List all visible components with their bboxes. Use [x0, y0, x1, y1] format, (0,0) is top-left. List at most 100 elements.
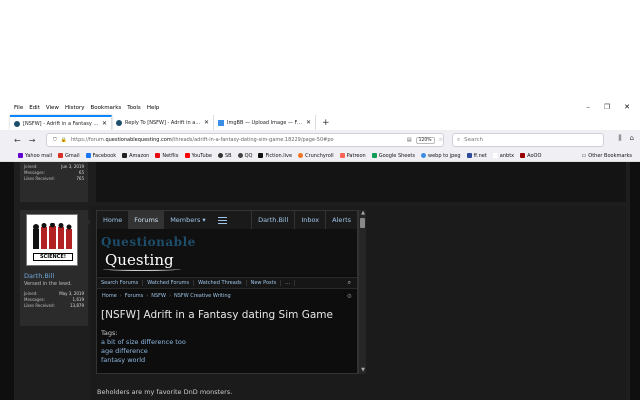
- bookmark-qq[interactable]: QQ: [237, 153, 252, 159]
- qq-favicon-icon: [116, 119, 122, 126]
- user-stats: Joined: May 3, 2019 Messages: 1,619 Likes …: [24, 291, 84, 309]
- bookmark-gmail[interactable]: Gmail: [58, 153, 80, 159]
- user-info-panel: SCIENCE! Darth.Bill Versed in the lewd. …: [20, 210, 88, 326]
- subnav-more[interactable]: ...: [281, 280, 295, 286]
- scroll-up-icon[interactable]: ▲: [359, 210, 367, 217]
- tab-thread[interactable]: [NSFW] - Adrift in a Fantasy dati ✕: [10, 115, 112, 130]
- menu-button[interactable]: [212, 211, 233, 229]
- subnav-watched-forums[interactable]: Watched Forums: [143, 280, 195, 286]
- nav-alerts[interactable]: Alerts: [325, 211, 357, 229]
- tab-title: ImgBB — Upload Image — Free: [227, 119, 303, 126]
- patreon-icon: [339, 153, 345, 158]
- other-bookmarks[interactable]: ▭ Other Bookmarks: [582, 153, 632, 159]
- restore-icon[interactable]: ❐: [604, 103, 610, 111]
- post-text: Beholders are my favorite DnD monsters.: [97, 388, 233, 396]
- folder-icon: ▭: [581, 152, 587, 159]
- tag-link[interactable]: age difference: [101, 347, 186, 356]
- tab-imgbb[interactable]: ImgBB — Upload Image — Free ✕: [214, 115, 316, 130]
- tab-strip: [NSFW] - Adrift in a Fantasy dati ✕ Repl…: [0, 114, 640, 130]
- address-bar[interactable]: ⛉ 🔒 https://forum.questionablequesting.c…: [46, 133, 444, 147]
- bookmark-amazon[interactable]: Amazon: [122, 153, 149, 159]
- crumb-home[interactable]: Home: [102, 293, 117, 300]
- bookmark-webp-to-jpeg[interactable]: webp to jpeg: [421, 153, 461, 159]
- netflix-icon: [155, 153, 161, 158]
- username[interactable]: Darth.Bill: [24, 272, 84, 280]
- home-icon[interactable]: ⌂: [630, 134, 634, 143]
- reader-view-icon[interactable]: ▤: [407, 137, 412, 143]
- close-window-icon[interactable]: ✕: [624, 103, 630, 111]
- bookmark-sb[interactable]: SB: [217, 153, 232, 159]
- bookmark-patreon[interactable]: Patreon: [339, 153, 366, 159]
- nav-account[interactable]: Darth.Bill: [251, 211, 294, 229]
- fiction-live-icon: [258, 153, 264, 158]
- globe-icon: [421, 153, 427, 158]
- ao3-icon: [520, 153, 526, 158]
- crumb-forums[interactable]: Forums: [125, 293, 143, 300]
- previous-user-info: Joined: Jun 3, 2019 Messages: 65 Likes Rec…: [20, 162, 88, 202]
- scroll-down-icon[interactable]: ▼: [359, 367, 367, 374]
- tab-reply[interactable]: Reply To [NSFW] - Adrift in a Fa ✕: [112, 115, 214, 130]
- minimize-icon[interactable]: –: [586, 103, 590, 111]
- embedded-scrollbar[interactable]: ▲ ▼: [358, 210, 366, 374]
- tag-link[interactable]: fantasy world: [101, 356, 186, 365]
- forward-icon[interactable]: →: [29, 136, 36, 145]
- bookmark-crunchyroll[interactable]: Crunchyroll: [298, 153, 334, 159]
- close-tab-icon[interactable]: ✕: [204, 119, 209, 126]
- search-bar[interactable]: ⌕ Search: [452, 133, 604, 147]
- menu-help[interactable]: Help: [147, 105, 160, 111]
- subnav-watched-threads[interactable]: Watched Threads: [194, 280, 247, 286]
- bookmark-star-icon[interactable]: ☆: [439, 137, 443, 143]
- amazon-icon: [122, 153, 128, 158]
- scroll-thumb[interactable]: [360, 218, 365, 228]
- subnav-search-forums[interactable]: Search Forums: [97, 280, 144, 286]
- crumb-nsfw-creative-writing[interactable]: NSFW Creative Writing: [174, 293, 231, 300]
- crumb-nsfw[interactable]: NSFW: [151, 293, 166, 300]
- menu-history[interactable]: History: [65, 105, 85, 111]
- imgbb-favicon-icon: [218, 119, 224, 126]
- nav-members[interactable]: Members ▾: [164, 211, 211, 229]
- search-icon[interactable]: ⌕: [344, 279, 357, 287]
- bookmark-aooo[interactable]: AoOO: [520, 153, 541, 159]
- new-tab-button[interactable]: +: [322, 115, 330, 130]
- stat-row: Likes Received: 13,879: [24, 303, 84, 308]
- crumb-separator: ›: [119, 293, 122, 299]
- nav-home[interactable]: Home: [97, 211, 128, 229]
- bookmark-netflix[interactable]: Netflix: [155, 153, 179, 159]
- chevron-down-icon: ▾: [202, 216, 206, 224]
- youtube-icon: [184, 153, 190, 158]
- breadcrumb: Home › Forums › NSFW › NSFW Creative Writin…: [102, 293, 352, 300]
- bookmark-google-sheets[interactable]: Google Sheets: [371, 153, 415, 159]
- menu-tools[interactable]: Tools: [127, 105, 141, 111]
- blank-area: [0, 0, 640, 102]
- search-input[interactable]: Search: [464, 137, 483, 143]
- subnav-new-posts[interactable]: New Posts: [247, 280, 282, 286]
- bookmark-ffnet[interactable]: ff.net: [466, 153, 487, 159]
- site-logo[interactable]: Questionable Questing: [97, 229, 357, 275]
- nav-forums[interactable]: Forums: [128, 211, 165, 229]
- bookmark-anbtx[interactable]: anbtx: [492, 153, 514, 159]
- menu-bookmarks[interactable]: Bookmarks: [91, 105, 122, 111]
- library-icon[interactable]: ⫼: [618, 134, 621, 143]
- gmail-icon: [58, 153, 64, 158]
- close-tab-icon[interactable]: ✕: [306, 119, 311, 126]
- shield-icon[interactable]: ⛉: [53, 137, 57, 143]
- bookmark-youtube[interactable]: YouTube: [184, 153, 212, 159]
- lock-icon[interactable]: 🔒: [61, 137, 67, 143]
- tag-link[interactable]: a bit of size difference too: [101, 338, 186, 347]
- avatar[interactable]: SCIENCE!: [26, 214, 78, 266]
- nav-inbox[interactable]: Inbox: [294, 211, 325, 229]
- zoom-level[interactable]: 120%: [415, 136, 435, 144]
- qq-favicon-icon: [14, 120, 20, 127]
- bookmark-facebook[interactable]: Facebook: [85, 153, 116, 159]
- bookmark-yahoo[interactable]: Yahoo mail: [18, 153, 52, 159]
- menu-view[interactable]: View: [46, 105, 59, 111]
- menu-bar: File Edit View History Bookmarks Tools H…: [0, 102, 640, 114]
- menu-edit[interactable]: Edit: [29, 105, 40, 111]
- stat-row: Likes Received: 765: [24, 176, 84, 181]
- menu-file[interactable]: File: [14, 105, 23, 111]
- bookmark-fiction-live[interactable]: Fiction.live: [258, 153, 292, 159]
- back-icon[interactable]: ←: [14, 136, 21, 145]
- close-tab-icon[interactable]: ✕: [102, 120, 107, 127]
- url-text[interactable]: https://forum.questionablequesting.com/t…: [71, 137, 403, 143]
- gear-icon[interactable]: ⚙: [347, 293, 352, 300]
